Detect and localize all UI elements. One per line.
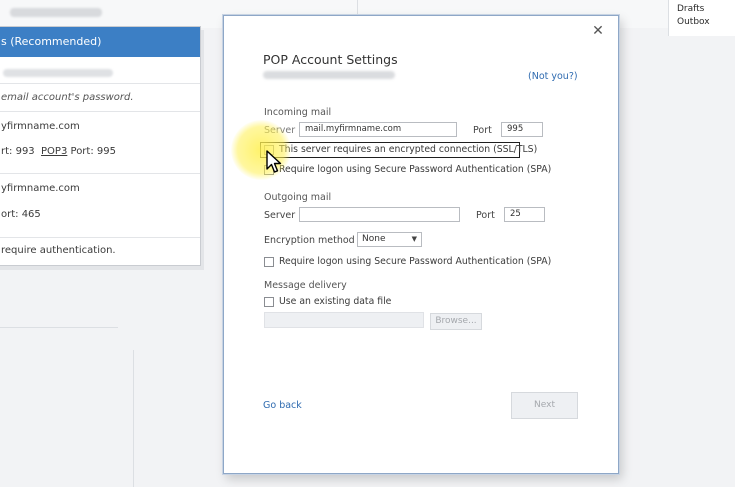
divider	[0, 173, 200, 174]
outgoing-spa-label[interactable]: Require logon using Secure Password Auth…	[279, 256, 551, 267]
message-delivery-heading: Message delivery	[264, 280, 347, 291]
go-back-link[interactable]: Go back	[263, 400, 302, 411]
data-file-path-input	[264, 312, 424, 328]
divider	[133, 350, 134, 487]
ssl-checkbox[interactable]	[264, 145, 274, 155]
outgoing-server-text: yfirmname.com	[1, 183, 80, 194]
password-hint: email account's password.	[1, 92, 134, 103]
incoming-server-label: Server	[264, 125, 296, 136]
outgoing-port-text: ort: 465	[1, 209, 41, 220]
incoming-port-input[interactable]: 995	[501, 122, 543, 137]
incoming-mail-heading: Incoming mail	[264, 107, 332, 118]
account-setup-panel: s (Recommended) email account's password…	[0, 26, 201, 266]
folder-list: Drafts Outbox	[668, 0, 735, 36]
outgoing-mail-heading: Outgoing mail	[264, 192, 332, 203]
pop3-link[interactable]: POP3	[41, 146, 67, 157]
divider	[0, 237, 200, 238]
incoming-server-text: yfirmname.com	[1, 121, 80, 132]
pop3-port-text: Port: 995	[70, 146, 116, 157]
outgoing-server-label: Server	[264, 210, 296, 221]
folder-item-drafts[interactable]: Drafts	[677, 4, 704, 14]
chevron-down-icon: ▼	[411, 235, 417, 243]
blurred-account-email	[263, 71, 395, 79]
existing-data-file-label[interactable]: Use an existing data file	[279, 296, 391, 307]
close-icon: ✕	[592, 23, 604, 39]
dialog-title: POP Account Settings	[263, 52, 398, 67]
divider	[0, 83, 200, 84]
divider	[357, 0, 358, 15]
next-button[interactable]: Next	[511, 392, 578, 419]
close-button[interactable]: ✕	[588, 21, 608, 41]
encryption-method-value: None	[362, 234, 386, 244]
existing-data-file-checkbox[interactable]	[264, 297, 274, 307]
incoming-ports-text: rt: 993 POP3 Port: 995	[1, 146, 116, 157]
folder-item-outbox[interactable]: Outbox	[677, 17, 710, 27]
blurred-toolbar-text	[10, 8, 102, 17]
ssl-checkbox-label[interactable]: This server requires an encrypted connec…	[279, 144, 537, 155]
blurred-email	[3, 69, 113, 77]
outgoing-server-input[interactable]	[299, 207, 460, 222]
incoming-server-input[interactable]: mail.myfirmname.com	[299, 122, 457, 137]
divider	[0, 327, 118, 328]
encryption-method-label: Encryption method	[264, 235, 355, 246]
recommended-option-header[interactable]: s (Recommended)	[0, 27, 200, 57]
imap-port-text: rt: 993	[1, 146, 35, 157]
auth-note: require authentication.	[1, 245, 116, 256]
incoming-spa-checkbox[interactable]	[264, 165, 274, 175]
incoming-spa-label[interactable]: Require logon using Secure Password Auth…	[279, 164, 551, 175]
outgoing-port-label: Port	[476, 210, 495, 221]
not-you-link[interactable]: (Not you?)	[528, 71, 578, 82]
outgoing-spa-checkbox[interactable]	[264, 257, 274, 267]
pop-account-settings-dialog: ✕ POP Account Settings (Not you?) Incomi…	[223, 15, 619, 474]
browse-button[interactable]: Browse...	[430, 313, 482, 330]
divider	[0, 111, 200, 112]
incoming-port-label: Port	[473, 125, 492, 136]
outgoing-port-input[interactable]: 25	[504, 207, 545, 222]
encryption-method-select[interactable]: None ▼	[357, 232, 422, 247]
